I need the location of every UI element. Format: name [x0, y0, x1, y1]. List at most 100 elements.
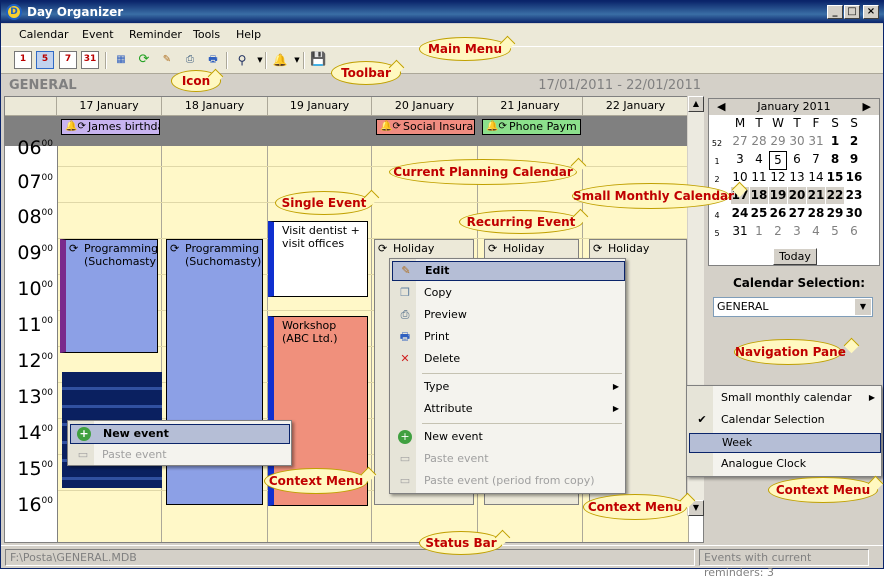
minical-day[interactable]: 25: [750, 205, 768, 222]
minical-day[interactable]: 12: [769, 169, 787, 186]
close-button[interactable]: ×: [863, 5, 879, 19]
minical-day[interactable]: 28: [750, 133, 768, 150]
minical-day[interactable]: 30: [788, 133, 806, 150]
minical-day[interactable]: 30: [845, 205, 863, 222]
single-event[interactable]: Visit dentist + visit offices: [268, 221, 368, 297]
day-header[interactable]: 21 January: [478, 97, 583, 116]
minical-day[interactable]: 2: [845, 133, 863, 150]
menu-item-delete[interactable]: ✕ Delete: [392, 350, 625, 370]
minical-day[interactable]: 7: [807, 151, 825, 168]
minical-day[interactable]: 1: [826, 133, 844, 150]
minical-day[interactable]: 29: [826, 205, 844, 222]
day-header[interactable]: 20 January: [372, 97, 478, 116]
minical-day[interactable]: 18: [750, 187, 768, 204]
minical-day[interactable]: 31: [731, 223, 749, 240]
minical-day[interactable]: 14: [807, 169, 825, 186]
minical-day[interactable]: 24: [731, 205, 749, 222]
minical-day[interactable]: 21: [807, 187, 825, 204]
minical-day[interactable]: 4: [807, 223, 825, 240]
today-button[interactable]: Today: [773, 248, 817, 265]
menu-item-paste-event[interactable]: ▭ Paste event: [70, 446, 290, 466]
minical-day[interactable]: 27: [788, 205, 806, 222]
grid-view-icon[interactable]: ▦: [112, 51, 130, 69]
recurring-icon: ⟳: [378, 242, 388, 255]
recurring-icon: ⟳: [593, 242, 603, 255]
menu-item-edit[interactable]: ✎ Edit: [392, 261, 625, 281]
print-icon[interactable]: 🖶: [204, 51, 222, 69]
day-header[interactable]: 17 January: [57, 97, 162, 116]
minical-day[interactable]: 2: [769, 223, 787, 240]
week-number: 1: [714, 157, 720, 166]
menu-help[interactable]: Help: [236, 28, 261, 41]
maximize-button[interactable]: □: [844, 5, 860, 19]
minical-day[interactable]: 11: [750, 169, 768, 186]
minical-day[interactable]: 20: [788, 187, 806, 204]
minical-day[interactable]: 29: [769, 133, 787, 150]
full-week-view-icon[interactable]: 7: [59, 51, 77, 69]
menu-item-new-event[interactable]: + New event: [70, 424, 290, 444]
next-month-icon[interactable]: ▶: [863, 99, 871, 114]
minical-day[interactable]: 28: [807, 205, 825, 222]
print-preview-icon[interactable]: ⎙: [181, 51, 199, 69]
menu-item-attribute[interactable]: Attribute ▶: [392, 400, 625, 420]
minical-day[interactable]: 9: [845, 151, 863, 168]
search-icon[interactable]: ⚲: [233, 51, 251, 69]
menu-event[interactable]: Event: [82, 28, 114, 41]
minical-day[interactable]: 13: [788, 169, 806, 186]
prev-month-icon[interactable]: ◀: [717, 99, 725, 114]
minical-day[interactable]: 8: [826, 151, 844, 168]
minical-day[interactable]: 23: [845, 187, 863, 204]
all-day-event[interactable]: 🔔⟳ Phone Paym: [482, 119, 581, 135]
edit-event-icon[interactable]: ✎: [158, 51, 176, 69]
menu-item-small-monthly[interactable]: Small monthly calendar ▶: [689, 389, 881, 409]
menu-item-analogue-clock[interactable]: Analogue Clock: [689, 455, 881, 475]
minical-day[interactable]: 6: [845, 223, 863, 240]
minical-day[interactable]: 31: [807, 133, 825, 150]
menu-item-new-event[interactable]: + New event: [392, 428, 625, 448]
refresh-icon[interactable]: ⟳: [135, 51, 153, 69]
day-header[interactable]: 18 January: [162, 97, 268, 116]
minical-day[interactable]: 3: [788, 223, 806, 240]
menu-item-paste-event[interactable]: ▭ Paste event: [392, 450, 625, 470]
week-view-icon[interactable]: 5: [36, 51, 54, 69]
small-monthly-calendar[interactable]: ◀ January 2011 ▶ M T W T F S S 52 27 28 29 30 31 1 2 1 3…: [708, 98, 880, 266]
minimize-button[interactable]: _: [827, 5, 843, 19]
date-range: 17/01/2011 - 22/01/2011: [538, 78, 701, 93]
minical-day[interactable]: 26: [769, 205, 787, 222]
calendar-select[interactable]: GENERAL ▼: [713, 297, 873, 317]
menu-item-print[interactable]: 🖶 Print: [392, 328, 625, 348]
minical-day[interactable]: 27: [731, 133, 749, 150]
day-view-icon[interactable]: 1: [14, 51, 32, 69]
menu-reminder[interactable]: Reminder: [129, 28, 182, 41]
day-header[interactable]: 19 January: [268, 97, 372, 116]
menu-item-type[interactable]: Type ▶: [392, 378, 625, 398]
minical-day[interactable]: 16: [845, 169, 863, 186]
menu-item-week[interactable]: Week: [689, 433, 881, 453]
recurring-event[interactable]: ⟳ Programming (Suchomasty): [60, 239, 158, 353]
minical-day[interactable]: 6: [788, 151, 806, 168]
menu-item-paste-period[interactable]: ▭ Paste event (period from copy): [392, 472, 625, 492]
scroll-up-icon[interactable]: ▲: [688, 96, 704, 112]
menu-item-copy[interactable]: ❐ Copy: [392, 284, 625, 304]
all-day-event[interactable]: 🔔⟳ Social Insura: [376, 119, 475, 135]
month-view-icon[interactable]: 31: [81, 51, 99, 69]
menu-item-calendar-selection[interactable]: ✔ Calendar Selection: [689, 411, 881, 431]
minical-day[interactable]: 22: [826, 187, 844, 204]
minical-day[interactable]: 15: [826, 169, 844, 186]
submenu-arrow-icon: ▶: [868, 393, 875, 402]
minical-day[interactable]: 3: [731, 151, 749, 168]
menu-tools[interactable]: Tools: [193, 28, 220, 41]
minical-day[interactable]: 19: [769, 187, 787, 204]
minical-day[interactable]: 1: [750, 223, 768, 240]
minical-day[interactable]: 4: [750, 151, 768, 168]
day-header[interactable]: 22 January: [583, 97, 689, 116]
chevron-down-icon[interactable]: ▼: [855, 299, 871, 315]
all-day-event[interactable]: 🔔⟳James birthday: [61, 119, 160, 135]
minical-day[interactable]: 5: [769, 151, 787, 170]
save-icon[interactable]: 💾: [309, 51, 327, 69]
title-bar[interactable]: D Day Organizer _ □ ×: [1, 1, 884, 23]
menu-calendar[interactable]: Calendar: [19, 28, 68, 41]
minical-day[interactable]: 5: [826, 223, 844, 240]
reminder-bell-icon[interactable]: 🔔: [271, 51, 289, 69]
menu-item-preview[interactable]: ⎙ Preview: [392, 306, 625, 326]
